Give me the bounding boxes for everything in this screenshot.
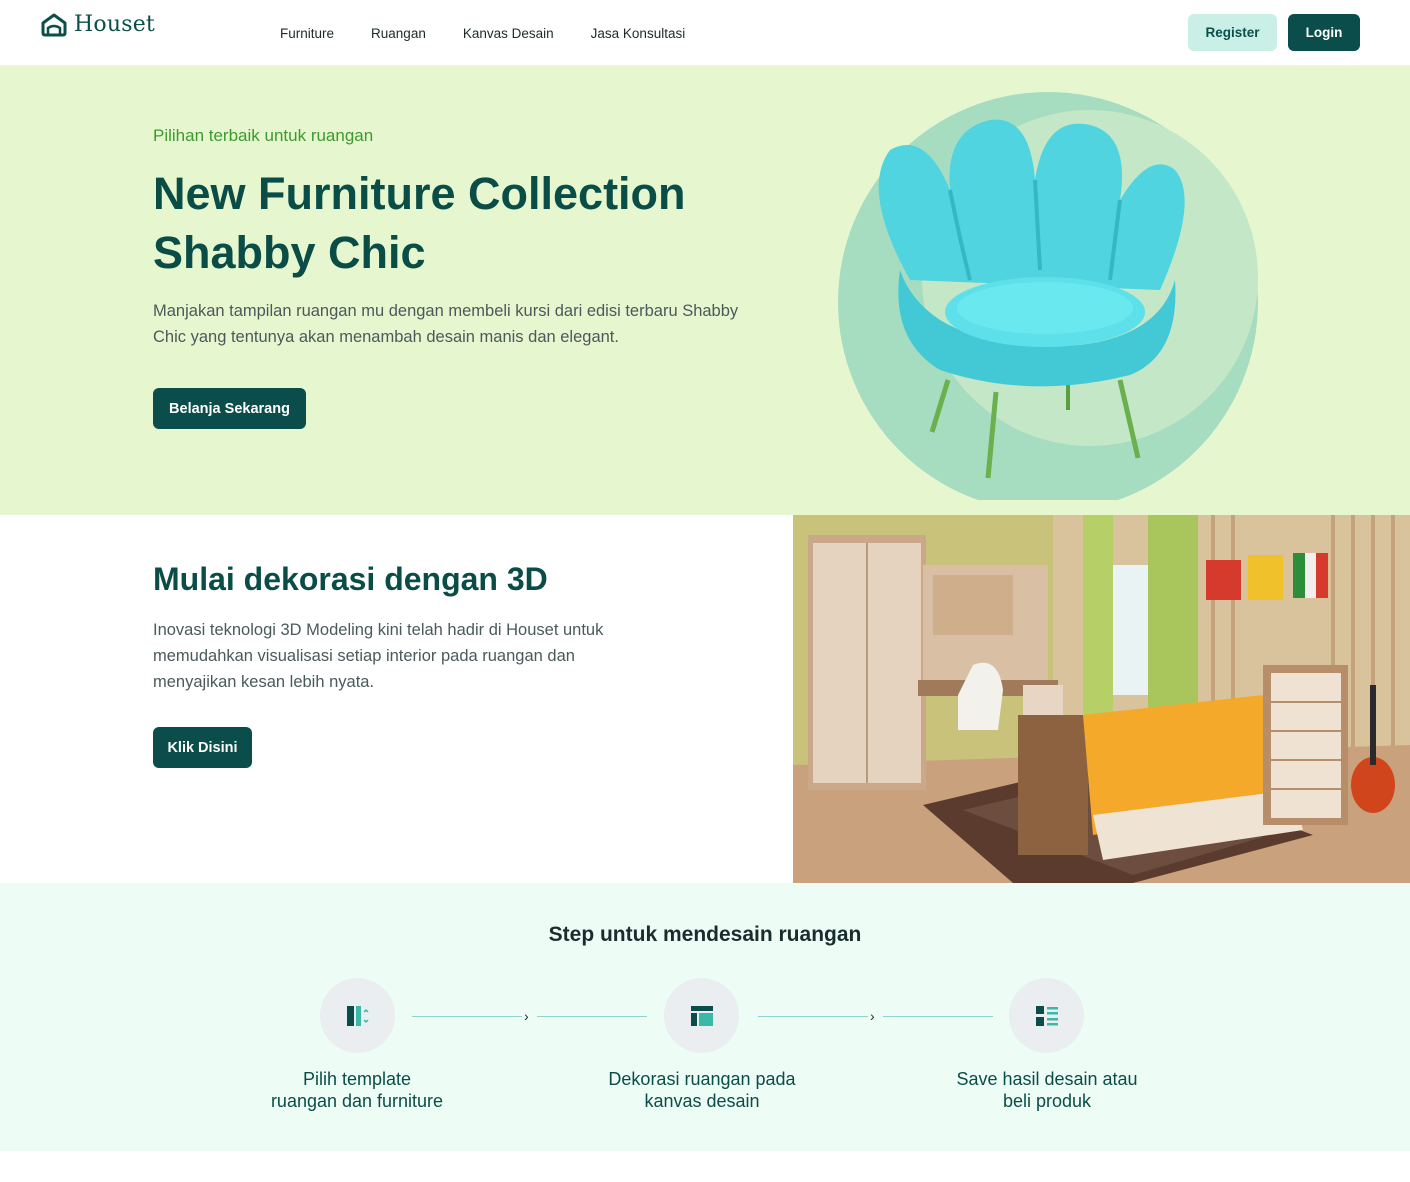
step-3-icon-circle <box>1009 978 1084 1053</box>
main-nav: Furniture Ruangan Kanvas Desain Jasa Kon… <box>280 0 685 66</box>
step-2-label: Dekorasi ruangan pada kanvas desain <box>582 1068 822 1112</box>
decor-description: Inovasi teknologi 3D Modeling kini telah… <box>153 621 604 691</box>
template-icon <box>346 1005 369 1026</box>
house-logo-icon <box>41 13 67 36</box>
hero-kicker: Pilihan terbaik untuk ruangan <box>153 126 374 145</box>
step-1-line2: ruangan dan furniture <box>270 1091 444 1111</box>
step-1-icon-circle <box>320 978 395 1053</box>
login-button[interactable]: Login <box>1288 14 1360 51</box>
decor-3d-section: Mulai dekorasi dengan 3D Inovasi teknolo… <box>0 515 1410 883</box>
register-button[interactable]: Register <box>1188 14 1277 51</box>
shell-chair-image <box>838 92 1258 500</box>
nav-item-ruangan[interactable]: Ruangan <box>371 26 426 41</box>
hero-title: New Furniture Collection Shabby Chic <box>153 164 793 282</box>
step-connector <box>412 1016 522 1017</box>
chevron-right-icon: › <box>524 1008 529 1024</box>
step-connector <box>883 1016 993 1017</box>
canvas-layout-icon <box>690 1005 713 1026</box>
hero-description: Manjakan tampilan ruangan mu dengan memb… <box>153 302 739 346</box>
hero-section: Pilihan terbaik untuk ruangan New Furnit… <box>0 66 1410 515</box>
hero-title-line2: Shabby Chic <box>153 227 426 278</box>
step-connector <box>758 1016 868 1017</box>
bedroom-3d-image <box>793 515 1410 883</box>
brand-name: Houset <box>74 12 155 37</box>
nav-item-furniture[interactable]: Furniture <box>280 26 334 41</box>
click-here-button[interactable]: Klik Disini <box>153 727 252 768</box>
shop-now-button[interactable]: Belanja Sekarang <box>153 388 306 429</box>
nav-item-jasa-konsultasi[interactable]: Jasa Konsultasi <box>591 26 686 41</box>
step-1-label: Pilih template ruangan dan furniture <box>237 1068 477 1112</box>
decor-title: Mulai dekorasi dengan 3D <box>153 561 548 597</box>
step-2-line2: kanvas desain <box>644 1091 760 1111</box>
step-1-line1: Pilih template <box>302 1069 412 1089</box>
site-header: Houset Furniture Ruangan Kanvas Desain J… <box>0 0 1410 66</box>
chevron-right-icon: › <box>870 1008 875 1024</box>
list-icon <box>1035 1005 1058 1026</box>
step-2-icon-circle <box>664 978 739 1053</box>
steps-title: Step untuk mendesain ruangan <box>548 923 862 946</box>
nav-item-kanvas-desain[interactable]: Kanvas Desain <box>463 26 554 41</box>
step-2-line1: Dekorasi ruangan pada <box>608 1069 796 1089</box>
step-3-line1: Save hasil desain atau <box>956 1069 1138 1089</box>
design-steps-section: Step untuk mendesain ruangan Pilih templ… <box>0 883 1410 1151</box>
step-3-line2: beli produk <box>1002 1091 1092 1111</box>
step-3-label: Save hasil desain atau beli produk <box>927 1068 1167 1112</box>
step-connector <box>537 1016 647 1017</box>
hero-title-line1: New Furniture Collection <box>153 168 686 219</box>
brand-logo[interactable]: Houset <box>40 12 155 37</box>
